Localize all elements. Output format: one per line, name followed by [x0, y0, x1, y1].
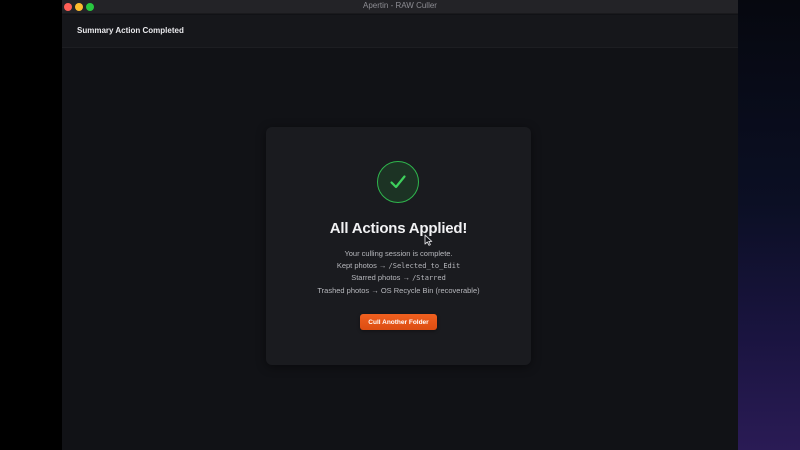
cull-another-folder-button[interactable]: Cull Another Folder [360, 314, 437, 330]
starred-photos-path: /Starred [412, 274, 446, 282]
main-content: All Actions Applied! Your culling sessio… [62, 48, 738, 450]
kept-photos-line: Kept photos → /Selected_to_Edit [266, 260, 531, 273]
starred-photos-line: Starred photos → /Starred [266, 272, 531, 285]
desktop-background [738, 0, 800, 450]
kept-photos-path: /Selected_to_Edit [388, 261, 461, 270]
mouse-cursor-icon [424, 234, 433, 246]
window-title: Apertin - RAW Culler [363, 1, 437, 10]
summary-title: All Actions Applied! [329, 220, 468, 237]
session-complete-text: Your culling session is complete. [344, 249, 453, 258]
kept-photos-label: Kept photos → [336, 260, 387, 270]
app-window: Apertin - RAW Culler Summary Action Comp… [62, 0, 738, 450]
starred-photos-label: Starred photos → [351, 273, 410, 282]
page-title: Summary Action Completed [77, 26, 184, 35]
window-titlebar[interactable]: Apertin - RAW Culler [62, 0, 738, 14]
trashed-photos-line: Trashed photos → OS Recycle Bin (recover… [317, 285, 480, 295]
summary-details: Your culling session is complete. Kept p… [266, 248, 531, 296]
summary-card: All Actions Applied! Your culling sessio… [266, 127, 531, 365]
checkmark-icon [390, 175, 406, 189]
app-header: Summary Action Completed [62, 15, 738, 48]
success-badge [377, 161, 419, 203]
